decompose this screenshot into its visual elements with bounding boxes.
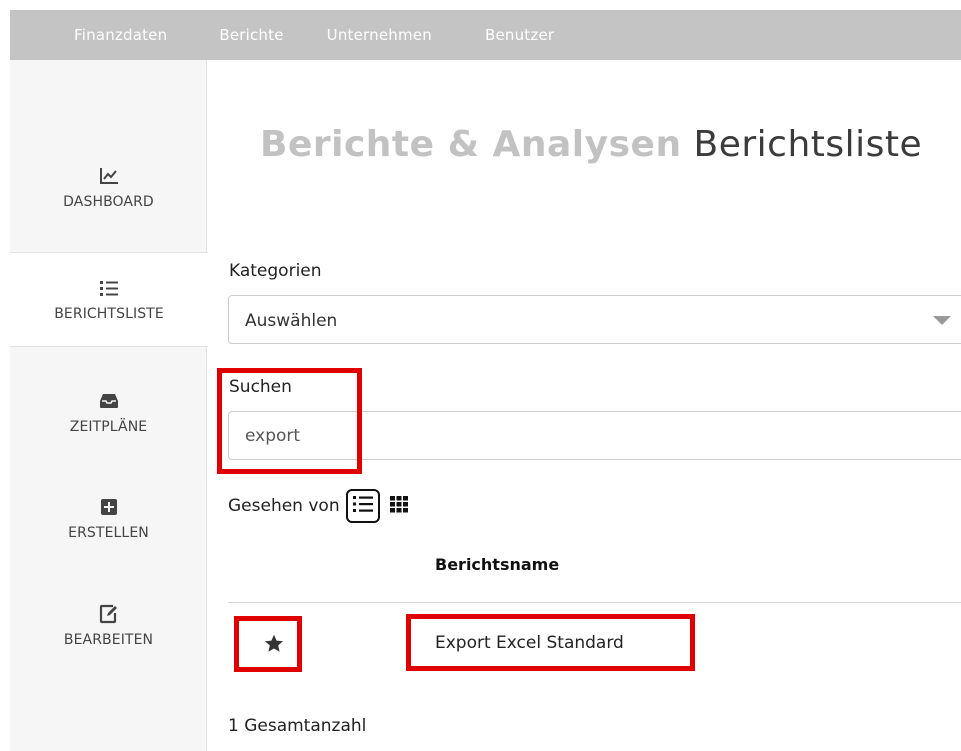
search-label: Suchen (229, 377, 292, 397)
sidebar-item-label: BEARBEITEN (63, 632, 154, 648)
sidebar-item-label: DASHBOARD (63, 194, 154, 210)
inbox-icon (98, 390, 120, 412)
sidebar-item-label: BERICHTSLISTE (54, 306, 164, 322)
chevron-down-icon (933, 316, 951, 325)
search-input[interactable] (228, 411, 961, 460)
list-view-button[interactable] (345, 489, 380, 523)
page-title-section: Berichte & Analysen (260, 124, 682, 165)
sidebar-item-zeitplaene[interactable]: ZEITPLÄNE (10, 390, 207, 435)
total-count: 1 Gesamtanzahl (228, 716, 367, 736)
category-select[interactable]: Auswählen (228, 295, 961, 344)
sidebar: DASHBOARD BERICHTSLISTE ZEITPLÄNE ERSTEL… (10, 60, 208, 751)
sidebar-item-berichtsliste[interactable]: BERICHTSLISTE (10, 252, 208, 347)
nav-item-unternehmen[interactable]: Unternehmen (327, 26, 432, 44)
table-divider (228, 602, 961, 603)
main-content: Berichte & Analysen Berichtsliste Katego… (208, 60, 961, 751)
grid-view-button[interactable] (382, 489, 416, 523)
list-icon (98, 277, 120, 299)
sidebar-item-dashboard[interactable]: DASHBOARD (10, 165, 207, 210)
page-title-page: Berichtsliste (693, 124, 923, 165)
sidebar-item-bearbeiten[interactable]: BEARBEITEN (10, 603, 207, 648)
nav-item-benutzer[interactable]: Benutzer (485, 26, 554, 44)
plus-square-icon (98, 496, 120, 518)
list-view-icon (352, 495, 374, 517)
category-label: Kategorien (229, 261, 322, 281)
sidebar-item-erstellen[interactable]: ERSTELLEN (10, 496, 207, 541)
sidebar-item-label: ZEITPLÄNE (69, 419, 148, 435)
column-header-report-name[interactable]: Berichtsname (435, 555, 559, 574)
view-toggle-label: Gesehen von (228, 496, 340, 516)
nav-item-finanzdaten[interactable]: Finanzdaten (74, 26, 167, 44)
chart-line-icon (98, 165, 120, 187)
report-name-link[interactable]: Export Excel Standard (435, 633, 624, 653)
favorite-button[interactable] (254, 625, 294, 665)
nav-item-berichte[interactable]: Berichte (219, 26, 283, 44)
page-title: Berichte & Analysen Berichtsliste (260, 124, 922, 165)
top-navigation: Finanzdaten Berichte Unternehmen Benutze… (10, 10, 961, 60)
table-row: Export Excel Standard (228, 615, 961, 675)
grid-view-icon (389, 495, 409, 517)
view-toggle-row: Gesehen von (228, 486, 418, 526)
edit-icon (98, 603, 120, 625)
category-select-value: Auswählen (245, 311, 338, 331)
star-icon (264, 634, 284, 657)
sidebar-item-label: ERSTELLEN (68, 525, 149, 541)
